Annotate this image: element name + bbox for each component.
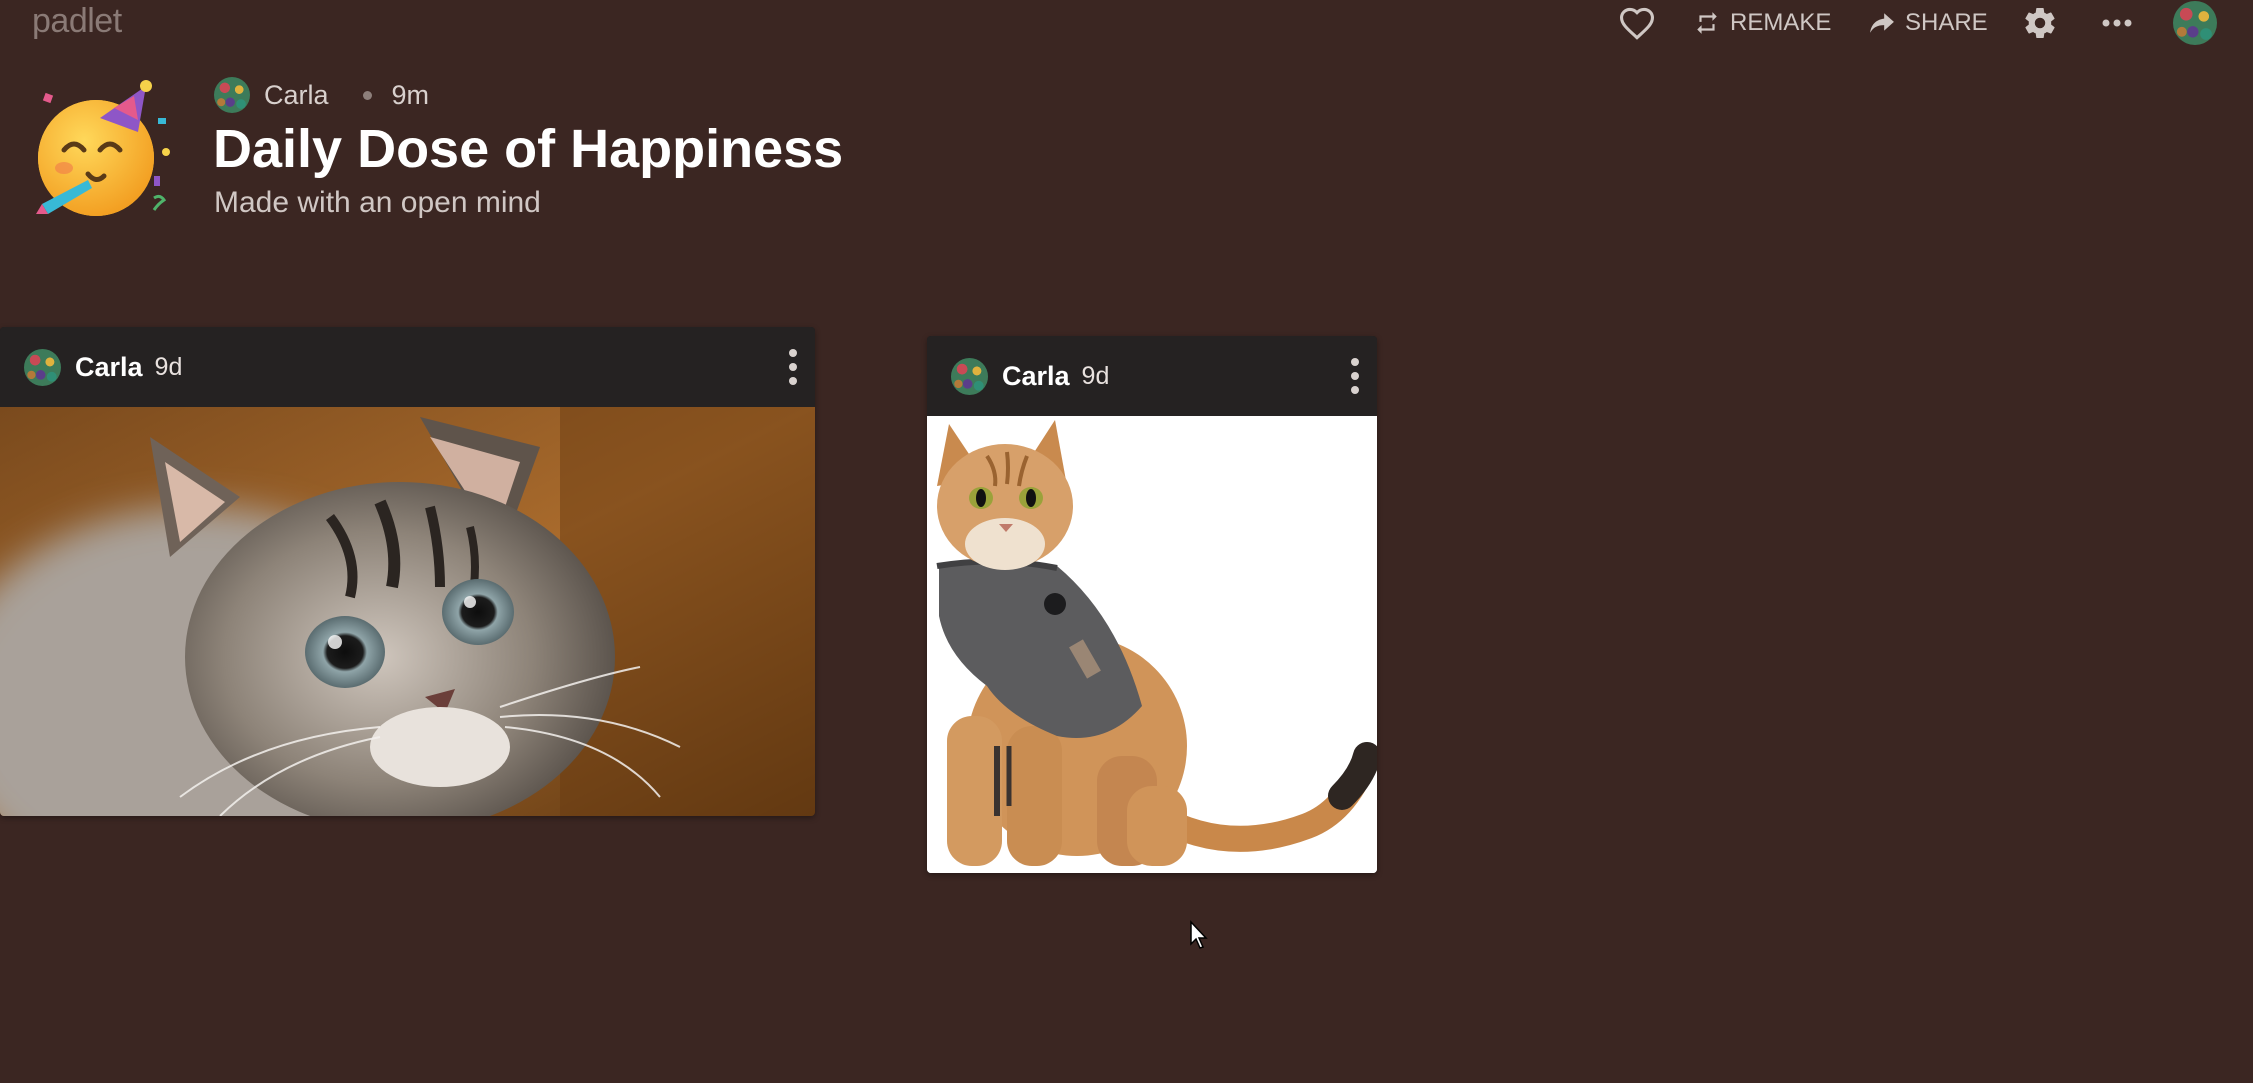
settings-button[interactable] [2022,2,2058,44]
post-header: Carla 9d [927,336,1377,416]
avatar [24,348,61,386]
kitten-photo[interactable] [0,407,815,816]
partying-face-emoji-icon[interactable] [34,80,176,222]
post-menu-icon[interactable] [783,347,803,387]
avatar [951,357,988,395]
mouse-cursor-icon [1190,920,1208,949]
top-toolbar: REMAKE SHARE [0,0,2253,46]
board-subtitle[interactable]: Made with an open mind [214,186,541,220]
board-author[interactable]: Carla [264,80,329,111]
post-author: Carla [75,351,143,382]
post-time: 9d [1081,361,1110,390]
remake-label: REMAKE [1730,9,1832,36]
remake-button[interactable]: REMAKE [1694,2,1831,44]
post-menu-icon[interactable] [1345,356,1365,396]
post-time: 9d [154,352,183,381]
share-label: SHARE [1905,9,1988,36]
post-card[interactable]: Carla 9d [0,327,815,816]
share-button[interactable]: SHARE [1869,2,1988,44]
post-author: Carla [1002,360,1070,391]
share-arrow-icon [1870,13,1894,33]
repeat-icon [1697,12,1717,34]
user-avatar-button[interactable] [2173,1,2217,45]
board-meta: Carla 9m [214,76,429,114]
board-edited-time: 9m [391,79,430,110]
like-button[interactable] [1618,2,1656,44]
ellipsis-icon [2102,19,2132,27]
post-header: Carla 9d [0,327,815,407]
more-options-button[interactable] [2102,2,2132,44]
post-card[interactable]: Carla 9d [927,336,1377,873]
separator-dot [362,90,372,100]
gear-icon [2025,8,2055,39]
cat-in-vest-photo[interactable] [927,416,1377,873]
heart-icon [1619,7,1655,40]
avatar [214,77,250,113]
avatar [2173,1,2217,45]
board-title[interactable]: Daily Dose of Happiness [213,118,843,180]
